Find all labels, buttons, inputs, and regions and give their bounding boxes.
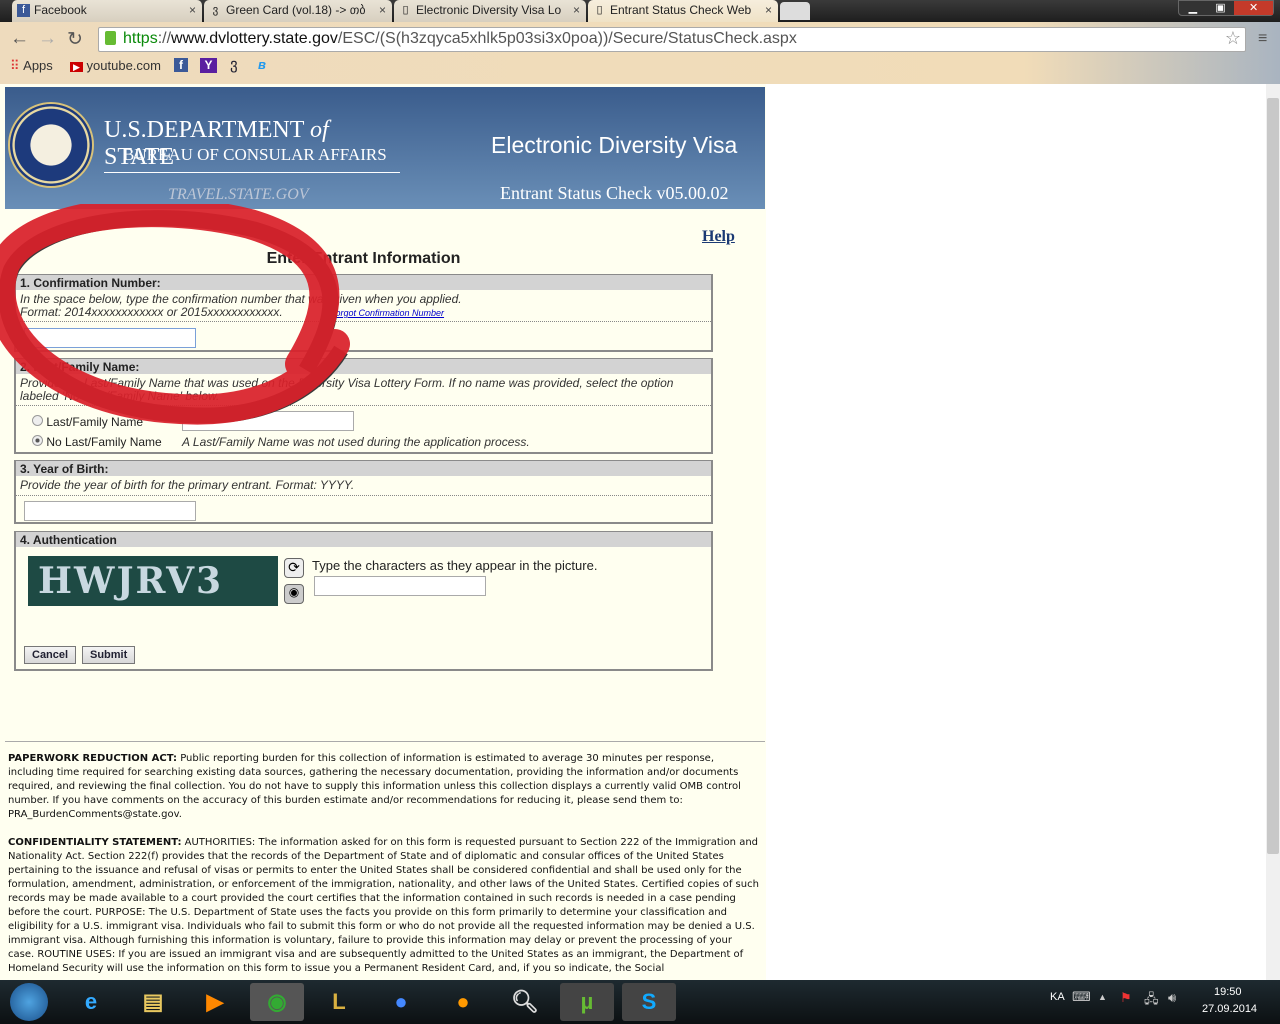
google-earth-icon[interactable]: ● — [374, 983, 428, 1021]
tab-green-card[interactable]: ვ Green Card (vol.18) -> თბ × — [204, 0, 392, 22]
youtube-icon: ▶ — [70, 62, 83, 72]
tab-electronic-dv[interactable]: ▯ Electronic Diversity Visa Lo × — [394, 0, 586, 22]
captcha-image: HWJRV3 — [28, 556, 278, 606]
red-annotation-circle — [0, 204, 350, 425]
minimize-icon[interactable]: ▁ — [1179, 1, 1207, 15]
submit-button[interactable]: Submit — [82, 646, 136, 664]
close-tab-icon[interactable]: × — [189, 3, 196, 17]
bureau-name: BUREAU OF CONSULAR AFFAIRS — [123, 145, 387, 164]
page-icon: ▯ — [402, 4, 409, 16]
back-icon[interactable]: ← — [10, 28, 29, 50]
utorrent-icon[interactable]: µ — [560, 983, 614, 1021]
tab-facebook[interactable]: f Facebook × — [12, 0, 202, 22]
georgian-site-icon: ვ — [212, 4, 219, 16]
bookmark-star-icon[interactable]: ☆ — [1225, 28, 1241, 49]
facebook-icon: f — [17, 4, 30, 17]
section-title: 4. Authentication — [16, 532, 711, 547]
scrollbar-thumb[interactable] — [1267, 98, 1279, 854]
internet-explorer-icon[interactable]: e — [64, 983, 118, 1021]
forward-icon[interactable]: → — [38, 28, 57, 50]
new-tab-button[interactable] — [780, 2, 810, 20]
network-icon[interactable]: 🖧︎ — [1144, 990, 1159, 1012]
section-authentication: 4. Authentication HWJRV3 ⟳ ◉ Type the ch… — [14, 531, 713, 671]
language-indicator[interactable]: KA — [1050, 991, 1065, 1003]
league-of-legends-icon[interactable]: L — [312, 983, 366, 1021]
site-header: U.S.DEPARTMENT of STATE BUREAU OF CONSUL… — [5, 87, 765, 209]
refresh-captcha-icon[interactable]: ⟳ — [284, 558, 304, 578]
captcha-input[interactable] — [314, 576, 486, 596]
app-subtitle: Entrant Status Check v05.00.02 — [500, 183, 729, 203]
paperwork-reduction-act: PAPERWORK REDUCTION ACT: Public reportin… — [8, 753, 741, 820]
window-controls: ▁ ▣ ✕ — [1178, 0, 1274, 16]
confidentiality-statement: CONFIDENTIALITY STATEMENT: AUTHORITIES: … — [8, 837, 759, 974]
facebook-bookmark-icon[interactable]: f — [174, 58, 188, 72]
yahoo-bookmark-icon[interactable]: Y — [200, 58, 217, 73]
media-player-icon[interactable]: ▶ — [188, 983, 242, 1021]
vertical-scrollbar[interactable] — [1266, 84, 1280, 980]
show-hidden-icons[interactable]: ▲ — [1098, 992, 1107, 1002]
gom-player-icon[interactable]: ● — [436, 983, 490, 1021]
skype-icon[interactable]: S — [622, 983, 676, 1021]
taskbar: e ▤ ▶ ◉ L ● ● 🔍︎ µ S KA ⌨ ▲ ⚑ 🖧︎ 🔊︎ 19:5… — [0, 980, 1280, 1024]
divider — [5, 741, 765, 742]
clock-time[interactable]: 19:50 — [1214, 986, 1242, 998]
bookmark-youtube[interactable]: ▶ youtube.com — [70, 58, 161, 73]
keyboard-icon[interactable]: ⌨ — [1072, 989, 1091, 1005]
search-icon[interactable]: 🔍︎ — [498, 983, 552, 1021]
browser-toolbar: ← → ↻ https://www.dvlottery.state.gov/ES… — [0, 22, 1280, 84]
b-bookmark-icon[interactable]: ʙ — [258, 57, 266, 72]
audio-captcha-icon[interactable]: ◉ — [284, 584, 304, 604]
address-bar[interactable]: https://www.dvlottery.state.gov/ESC/(S(h… — [98, 27, 1246, 52]
georgian-bookmark-icon[interactable]: ვ — [230, 55, 238, 73]
travel-state-gov: TRAVEL.STATE.GOV — [168, 186, 309, 203]
app-title: Electronic Diversity Visa — [491, 132, 738, 158]
file-explorer-icon[interactable]: ▤ — [126, 983, 180, 1021]
start-button[interactable] — [10, 983, 48, 1021]
tab-bar: f Facebook × ვ Green Card (vol.18) -> თბ × ▯… — [0, 0, 1280, 22]
volume-icon[interactable]: 🔊︎ — [1168, 990, 1176, 1006]
page-content: U.S.DEPARTMENT of STATE BUREAU OF CONSUL… — [0, 84, 766, 980]
close-tab-icon[interactable]: × — [573, 3, 580, 17]
help-link[interactable]: Help — [702, 228, 735, 246]
maximize-icon[interactable]: ▣ — [1207, 1, 1235, 15]
cancel-button[interactable]: Cancel — [24, 646, 77, 664]
captcha-instructions: Type the characters as they appear in th… — [312, 558, 598, 573]
department-seal-logo — [8, 102, 94, 188]
close-tab-icon[interactable]: × — [379, 3, 386, 17]
page-viewport: U.S.DEPARTMENT of STATE BUREAU OF CONSUL… — [0, 84, 1266, 980]
apps-grid-icon: ⠿ — [10, 58, 20, 73]
chrome-icon[interactable]: ◉ — [250, 983, 304, 1021]
tab-entrant-status[interactable]: ▯ Entrant Status Check Web × — [588, 0, 778, 22]
lock-icon — [105, 31, 116, 45]
close-tab-icon[interactable]: × — [765, 3, 772, 17]
reload-icon[interactable]: ↻ — [67, 28, 83, 51]
action-center-icon[interactable]: ⚑ — [1120, 990, 1132, 1006]
clock-date[interactable]: 27.09.2014 — [1202, 1003, 1257, 1015]
page-icon: ▯ — [596, 4, 603, 16]
menu-icon[interactable]: ≡ — [1258, 30, 1267, 48]
bookmark-apps[interactable]: ⠿ Apps — [10, 58, 53, 74]
close-window-icon[interactable]: ✕ — [1234, 1, 1273, 15]
